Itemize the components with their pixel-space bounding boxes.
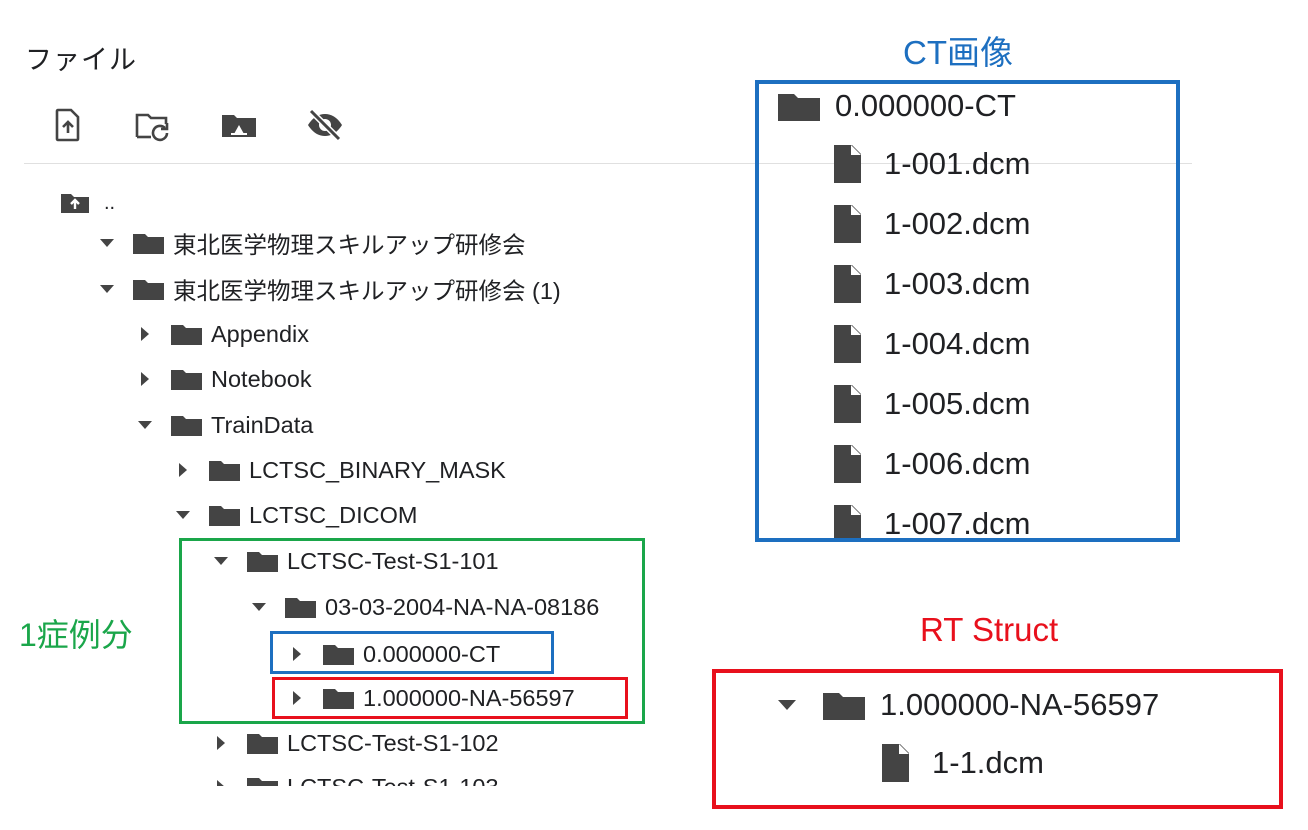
file-icon bbox=[834, 505, 861, 538]
ct-panel: 0.000000-CT 1-001.dcm 1-002.dcm 1-003.dc… bbox=[755, 80, 1180, 542]
ct-annotation: CT画像 bbox=[903, 34, 1013, 71]
file-label: 1-006.dcm bbox=[884, 446, 1031, 481]
tree-row[interactable]: LCTSC-Test-S1-103 bbox=[210, 766, 499, 786]
expanded-caret-icon[interactable] bbox=[778, 700, 802, 710]
file-label: 1-004.dcm bbox=[884, 326, 1031, 361]
file-icon bbox=[834, 325, 861, 363]
file-row[interactable]: 1-004.dcm bbox=[832, 315, 1030, 373]
file-label: 1-005.dcm bbox=[884, 386, 1031, 421]
rt-folder-row[interactable]: 1.000000-NA-56597 bbox=[778, 676, 1159, 734]
file-icon bbox=[834, 445, 861, 483]
case-annotation: 1症例分 bbox=[19, 617, 133, 653]
rt-folder-label: 1.000000-NA-56597 bbox=[880, 687, 1160, 722]
folder-icon bbox=[823, 693, 865, 720]
folder-icon bbox=[778, 94, 820, 121]
file-row[interactable]: 1-1.dcm bbox=[880, 734, 1044, 792]
file-icon bbox=[834, 265, 861, 303]
file-label: 1-001.dcm bbox=[884, 146, 1031, 181]
rt-panel: 1.000000-NA-56597 1-1.dcm bbox=[712, 669, 1283, 809]
file-icon bbox=[834, 145, 861, 183]
file-label: 1-007.dcm bbox=[884, 506, 1031, 541]
file-row[interactable]: 1-007.dcm bbox=[832, 495, 1031, 541]
ct-highlight-box bbox=[270, 631, 554, 674]
ct-folder-label: 0.000000-CT bbox=[835, 88, 1016, 123]
rt-highlight-box bbox=[272, 677, 628, 719]
file-icon bbox=[834, 385, 861, 423]
file-row[interactable]: 1-006.dcm bbox=[832, 435, 1030, 493]
file-label: 1-1.dcm bbox=[932, 745, 1044, 780]
rt-annotation: RT Struct bbox=[920, 611, 1059, 648]
file-icon bbox=[882, 744, 909, 782]
file-row[interactable]: 1-001.dcm bbox=[832, 135, 1030, 193]
folder-icon bbox=[247, 778, 278, 786]
file-label: 1-002.dcm bbox=[884, 206, 1031, 241]
file-row[interactable]: 1-003.dcm bbox=[832, 255, 1030, 313]
file-icon bbox=[834, 205, 861, 243]
file-row[interactable]: 1-005.dcm bbox=[832, 375, 1030, 433]
file-label: 1-003.dcm bbox=[884, 266, 1031, 301]
tree-row-label: LCTSC-Test-S1-103 bbox=[287, 774, 499, 787]
file-row[interactable]: 1-002.dcm bbox=[832, 195, 1030, 253]
collapsed-caret-icon[interactable] bbox=[210, 766, 232, 786]
ct-folder-row[interactable]: 0.000000-CT bbox=[777, 84, 1016, 135]
